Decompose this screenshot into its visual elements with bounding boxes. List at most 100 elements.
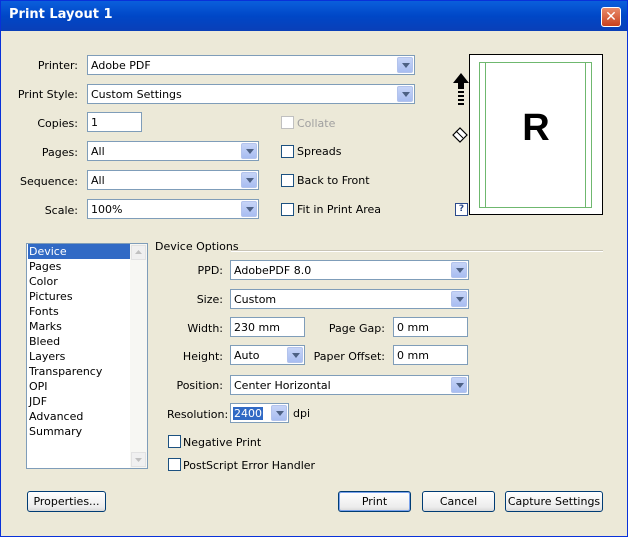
copies-input[interactable]: 1: [87, 112, 142, 132]
postscript-error-handler-checkbox[interactable]: [168, 458, 181, 471]
chevron-down-icon: [135, 458, 142, 462]
capture-settings-button[interactable]: Capture Settings: [505, 491, 603, 512]
printer-select[interactable]: Adobe PDF: [87, 55, 415, 75]
feed-direction-arrow-icon: [453, 73, 469, 105]
chevron-up-icon: [135, 250, 142, 254]
help-icon[interactable]: ?: [455, 203, 468, 216]
collate-checkbox[interactable]: [281, 116, 294, 129]
category-list[interactable]: Device Pages Color Pictures Fonts Marks …: [26, 243, 148, 469]
list-item[interactable]: OPI: [28, 379, 131, 394]
page-preview: R: [469, 54, 603, 215]
chevron-down-icon[interactable]: [241, 143, 257, 159]
list-item[interactable]: Layers: [28, 349, 131, 364]
position-select[interactable]: Center Horizontal: [230, 375, 469, 395]
sequence-select[interactable]: All: [87, 170, 259, 190]
close-button[interactable]: ✕: [601, 7, 621, 27]
negative-print-label: Negative Print: [183, 436, 262, 449]
page-gap-value: 0 mm: [397, 321, 429, 334]
list-scrollbar[interactable]: [130, 244, 147, 468]
preview-letter: R: [522, 107, 550, 149]
back-to-front-checkbox[interactable]: [281, 174, 294, 187]
list-item[interactable]: Pictures: [28, 289, 131, 304]
list-item[interactable]: Device: [28, 244, 131, 259]
size-select[interactable]: Custom: [230, 289, 469, 309]
close-icon: ✕: [605, 9, 617, 25]
copies-label: Copies:: [37, 117, 78, 130]
position-value: Center Horizontal: [234, 379, 331, 392]
collate-label: Collate: [297, 117, 336, 130]
paper-offset-label: Paper Offset:: [313, 350, 385, 363]
resolution-unit: dpi: [293, 407, 311, 420]
height-select[interactable]: Auto: [230, 345, 305, 365]
spreads-label: Spreads: [297, 145, 342, 158]
print-style-select[interactable]: Custom Settings: [87, 84, 415, 104]
chevron-down-icon[interactable]: [241, 172, 257, 188]
fit-in-print-area-checkbox[interactable]: [281, 203, 294, 216]
help-glyph: ?: [458, 204, 465, 214]
chevron-down-icon[interactable]: [451, 377, 467, 393]
height-label: Height:: [182, 350, 223, 363]
paper-offset-value: 0 mm: [397, 349, 429, 362]
ppd-select[interactable]: AdobePDF 8.0: [230, 260, 469, 280]
position-label: Position:: [176, 379, 223, 392]
width-value: 230 mm: [234, 321, 280, 334]
print-style-label: Print Style:: [17, 88, 78, 101]
chevron-down-icon[interactable]: [451, 291, 467, 307]
group-divider: [231, 250, 603, 252]
resolution-label: Resolution:: [167, 408, 229, 421]
spreads-checkbox[interactable]: [281, 145, 294, 158]
paper-offset-input[interactable]: 0 mm: [393, 345, 468, 365]
scale-label: Scale:: [44, 204, 78, 217]
scale-value: 100%: [91, 203, 123, 216]
page-gap-label: Page Gap:: [328, 322, 385, 335]
page-gap-input[interactable]: 0 mm: [393, 317, 468, 337]
negative-print-checkbox[interactable]: [168, 435, 181, 448]
list-item[interactable]: Color: [28, 274, 131, 289]
sequence-label: Sequence:: [20, 175, 78, 188]
printer-value: Adobe PDF: [91, 59, 151, 72]
pages-value: All: [91, 145, 105, 158]
list-item[interactable]: Fonts: [28, 304, 131, 319]
list-item[interactable]: JDF: [28, 394, 131, 409]
width-label: Width:: [187, 322, 223, 335]
fit-in-print-area-label: Fit in Print Area: [297, 203, 382, 216]
print-dialog: Print Layout 1 ✕ Printer: Adobe PDF Prin…: [0, 0, 628, 537]
scroll-up-arrow[interactable]: [131, 245, 146, 260]
device-options-title: Device Options: [155, 240, 239, 253]
postscript-error-handler-label: PostScript Error Handler: [183, 459, 316, 472]
height-value: Auto: [234, 349, 260, 362]
ppd-label: PPD:: [197, 264, 223, 277]
resolution-value: 2400: [233, 407, 263, 420]
chevron-down-icon[interactable]: [451, 262, 467, 278]
print-style-value: Custom Settings: [91, 88, 182, 101]
print-button[interactable]: Print: [338, 491, 411, 512]
page-orientation-icon: [452, 127, 468, 143]
chevron-down-icon[interactable]: [397, 86, 413, 102]
scale-select[interactable]: 100%: [87, 199, 259, 219]
properties-button[interactable]: Properties...: [27, 491, 106, 512]
pages-label: Pages:: [41, 146, 78, 159]
copies-value: 1: [91, 116, 98, 129]
size-value: Custom: [234, 293, 277, 306]
chevron-down-icon[interactable]: [397, 57, 413, 73]
title-bar[interactable]: Print Layout 1 ✕: [1, 1, 627, 31]
list-item[interactable]: Marks: [28, 319, 131, 334]
printer-label: Printer:: [37, 59, 78, 72]
window-title: Print Layout 1: [9, 7, 113, 22]
chevron-down-icon[interactable]: [287, 347, 303, 363]
list-item[interactable]: Advanced: [28, 409, 131, 424]
list-item[interactable]: Pages: [28, 259, 131, 274]
back-to-front-label: Back to Front: [297, 174, 370, 187]
cancel-button[interactable]: Cancel: [422, 491, 495, 512]
chevron-down-icon[interactable]: [241, 201, 257, 217]
scroll-down-arrow[interactable]: [131, 452, 146, 467]
list-item[interactable]: Bleed: [28, 334, 131, 349]
pages-select[interactable]: All: [87, 141, 259, 161]
sequence-value: All: [91, 174, 105, 187]
chevron-down-icon[interactable]: [271, 405, 287, 421]
width-input[interactable]: 230 mm: [230, 317, 305, 337]
list-item[interactable]: Transparency: [28, 364, 131, 379]
ppd-value: AdobePDF 8.0: [234, 264, 312, 277]
list-item[interactable]: Summary: [28, 424, 131, 439]
resolution-select[interactable]: 2400: [230, 403, 289, 423]
